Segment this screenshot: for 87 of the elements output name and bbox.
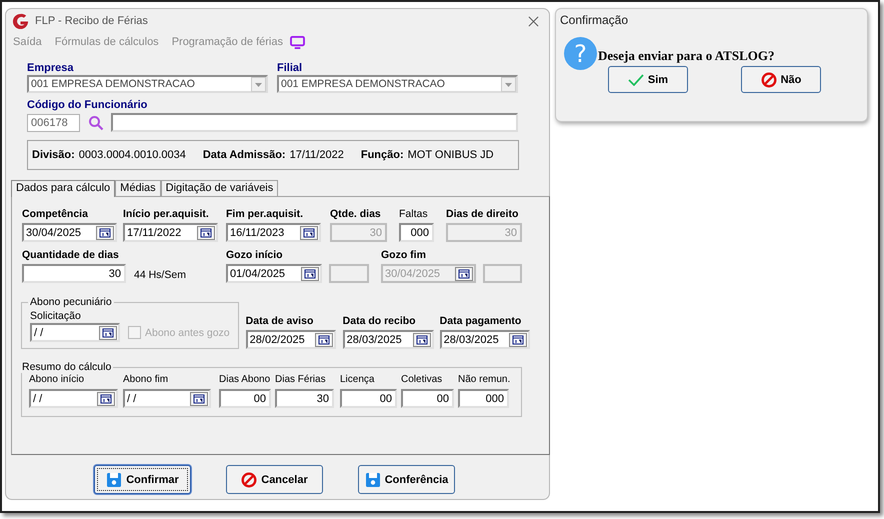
tab[interactable]: Dados para cálculo	[11, 180, 116, 197]
field-label: Filial	[277, 61, 304, 75]
field-label: Início per.aquisit.	[123, 207, 210, 221]
tab[interactable]: Digitação de variáveis	[160, 180, 278, 196]
field-label: Gozo início	[226, 248, 284, 262]
date-field[interactable]: / /	[29, 389, 118, 408]
calendar-icon[interactable]	[300, 226, 318, 240]
save-button[interactable]: Confirmar	[94, 465, 191, 494]
number-field[interactable]: 000	[399, 223, 434, 242]
no-entry-icon	[760, 72, 777, 88]
date-field[interactable]: 28/03/2025	[440, 330, 530, 349]
field-label: Data do recibo	[342, 314, 417, 328]
date-field[interactable]: / /	[30, 323, 120, 342]
field-label: Fim per.aquisit.	[226, 207, 304, 221]
number-field[interactable]: 000	[458, 389, 509, 408]
floppy-icon	[106, 472, 122, 488]
company-dropdown[interactable]: 001 EMPRESA DEMONSTRACAO	[27, 75, 268, 93]
field-label: Dias Abono	[219, 373, 272, 387]
calendar-icon[interactable]	[99, 326, 117, 340]
field-label: Data pagamento	[440, 314, 522, 328]
date-field[interactable]: / /	[123, 389, 211, 408]
no-entry-icon	[241, 472, 258, 488]
field-label: Solicitação	[30, 310, 81, 322]
caret-icon	[251, 76, 266, 92]
date-field[interactable]: 28/02/2025	[246, 330, 336, 349]
branch-dropdown[interactable]: 001 EMPRESA DEMONSTRACAO	[277, 75, 518, 93]
no-button[interactable]: Não	[741, 66, 821, 93]
monitor-icon[interactable]	[290, 36, 305, 48]
number-field[interactable]: 00	[340, 389, 397, 408]
field-label: Data de aviso	[246, 314, 314, 328]
field-label: Dias de direito	[446, 207, 520, 221]
date-field[interactable]: 30/04/2025	[22, 223, 117, 242]
caret-icon	[501, 76, 516, 92]
calendar-icon[interactable]	[96, 226, 114, 240]
field-label: Abono início	[29, 373, 86, 387]
logo-icon	[12, 12, 29, 30]
calendar-icon[interactable]	[314, 332, 333, 346]
floppy-icon	[364, 472, 381, 488]
dialog-message: Deseja enviar para o ATSLOG?	[598, 48, 774, 64]
yes-button[interactable]: Sim	[608, 66, 688, 93]
field-label: Licença	[340, 373, 376, 387]
field-label: Gozo fim	[381, 248, 427, 262]
field-label: Qtde. dias	[330, 207, 382, 221]
field-label: Abono fim	[123, 373, 170, 387]
dialog-title: Confirmação	[559, 12, 630, 29]
field-label: Competência	[22, 207, 89, 221]
date-field[interactable]: 28/03/2025	[342, 330, 434, 349]
date-field[interactable]: 01/04/2025	[226, 264, 322, 283]
search-icon[interactable]	[88, 114, 104, 130]
tab[interactable]: Médias	[115, 180, 161, 196]
check-icon	[628, 74, 644, 86]
employee-name-field[interactable]	[111, 113, 518, 132]
field-label: Código do Funcionário	[27, 98, 148, 112]
number-field[interactable]: 30	[22, 264, 126, 283]
field-label: Não remun.	[458, 373, 509, 387]
hours-note: 44 Hs/Sem	[134, 269, 186, 281]
info-label: Divisão:	[32, 149, 75, 161]
date-field[interactable]: 16/11/2023	[226, 223, 321, 242]
window-title: FLP - Recibo de Férias	[35, 15, 149, 27]
number-field[interactable]: 30	[275, 389, 334, 408]
info-value: 17/11/2022	[290, 149, 344, 161]
calendar-icon[interactable]	[97, 392, 115, 406]
calendar-icon[interactable]	[190, 392, 208, 406]
info-label: Função:	[360, 149, 404, 161]
close-icon[interactable]	[528, 16, 539, 26]
cancel-button[interactable]: Cancelar	[226, 465, 323, 494]
calendar-icon[interactable]	[301, 266, 319, 280]
date-field[interactable]: 17/11/2022	[123, 223, 218, 242]
group-title: Resumo do cálculo	[21, 361, 112, 373]
employee-code-field[interactable]: 006178	[27, 114, 80, 132]
question-icon: ?	[564, 37, 597, 70]
info-value: MOT ONIBUS JD	[408, 149, 494, 161]
checkbox-label: Abono antes gozo	[145, 326, 230, 338]
field-label: Empresa	[27, 61, 74, 75]
calendar-icon[interactable]	[508, 332, 527, 346]
field-label: Faltas	[399, 207, 429, 221]
info-label: Data Admissão:	[202, 149, 286, 161]
calendar-icon[interactable]	[412, 332, 431, 346]
calendar-icon[interactable]	[197, 226, 215, 240]
number-field[interactable]: 00	[401, 389, 454, 408]
field-label: Dias Férias	[275, 373, 327, 387]
number-field[interactable]: 00	[219, 389, 271, 408]
save-button[interactable]: Conferência	[358, 465, 455, 494]
field-label: Quantidade de dias	[22, 248, 120, 262]
field-label: Coletivas	[401, 373, 444, 387]
group-title: Abono pecuniário	[29, 296, 113, 308]
info-value: 0003.0004.0010.0034	[78, 149, 186, 161]
